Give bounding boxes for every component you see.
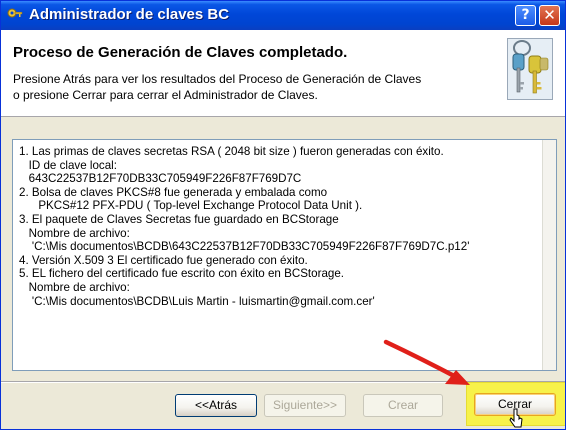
app-key-icon: [7, 8, 23, 18]
result-line: 4. Versión X.509 3 El certificado fue ge…: [19, 253, 308, 267]
result-line: Nombre de archivo:: [19, 280, 130, 294]
help-icon: ?: [521, 7, 530, 23]
keys-icon: [507, 38, 553, 100]
mouse-cursor-icon: [509, 408, 523, 428]
back-button[interactable]: <<Atrás: [175, 394, 257, 417]
result-line: 2. Bolsa de claves PKCS#8 fue generada y…: [19, 185, 328, 199]
result-line: 'C:\Mis documentos\BCDB\643C22537B12F70D…: [19, 240, 470, 254]
result-line: 3. El paquete de Claves Secretas fue gua…: [19, 212, 339, 226]
page-description: Presione Atrás para ver los resultados d…: [13, 71, 483, 103]
description-line-2: o presione Cerrar para cerrar el Adminis…: [13, 88, 318, 102]
create-button[interactable]: Crear: [363, 394, 443, 417]
key-manager-window: Administrador de claves BC ? ✕ Proceso d…: [0, 0, 566, 430]
title-bar[interactable]: Administrador de claves BC ? ✕: [1, 1, 565, 30]
result-line: Nombre de archivo:: [19, 226, 130, 240]
description-line-1: Presione Atrás para ver los resultados d…: [13, 72, 422, 86]
wizard-header: Proceso de Generación de Claves completa…: [1, 30, 565, 117]
close-window-button[interactable]: ✕: [539, 5, 560, 26]
results-textarea[interactable]: 1. Las primas de claves secretas RSA ( 2…: [12, 139, 557, 371]
next-button[interactable]: Siguiente>>: [264, 394, 346, 417]
result-line: 'C:\Mis documentos\BCDB\Luis Martin - lu…: [19, 294, 375, 308]
help-button[interactable]: ?: [515, 5, 536, 26]
result-line: 1. Las primas de claves secretas RSA ( 2…: [19, 145, 444, 158]
result-line: PKCS#12 PFX-PDU ( Top-level Exchange Pro…: [19, 199, 363, 213]
window-title: Administrador de claves BC: [29, 6, 230, 23]
results-scrollbar[interactable]: [542, 140, 556, 370]
result-line: 5. EL fichero del certificado fue escrit…: [19, 267, 345, 281]
result-line: ID de clave local:: [19, 158, 117, 172]
close-icon: ✕: [543, 6, 556, 24]
result-line: 643C22537B12F70DB33C705949F226F87F769D7C: [19, 172, 302, 186]
page-title: Proceso de Generación de Claves completa…: [13, 44, 348, 61]
